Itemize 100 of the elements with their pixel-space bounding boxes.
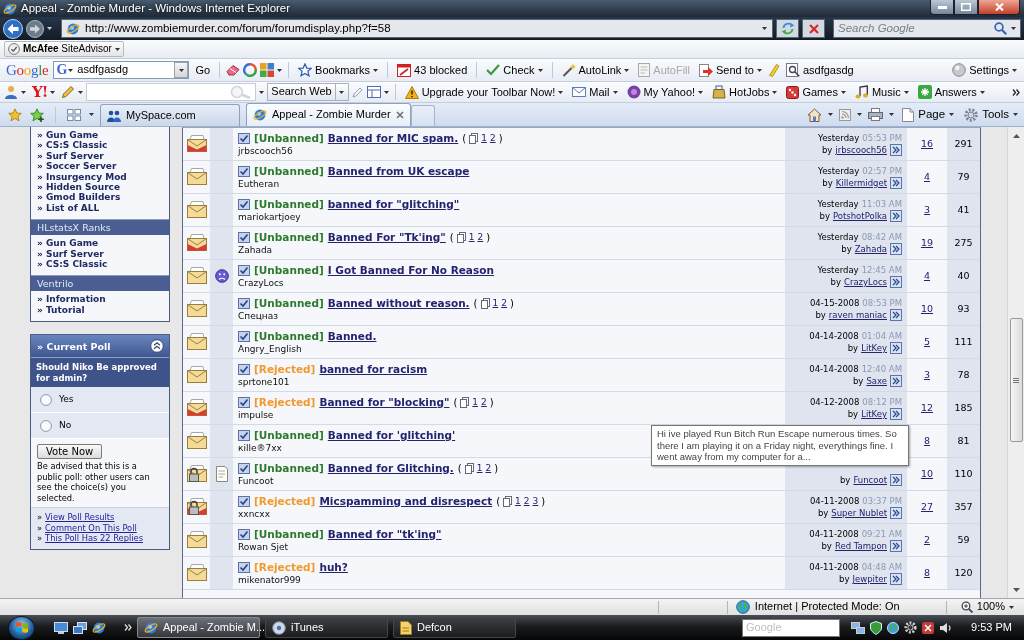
browser-logo-icon[interactable] [92,620,106,635]
page-link[interactable]: 1 [492,296,499,310]
page-link[interactable]: 1 [476,461,483,475]
page-link[interactable]: 1 [515,494,521,508]
arrow-box-icon[interactable] [890,540,902,552]
thread-title-link[interactable]: Banned without reason. [327,296,470,310]
thread-title-link[interactable]: banned for racism [319,362,428,376]
sidebar-link[interactable]: » Information [37,294,106,305]
arrow-box-icon[interactable] [890,243,902,255]
page-link[interactable]: 1 [481,131,487,145]
last-post-user-link[interactable]: CrazyLocs [843,276,887,288]
replies-link[interactable]: 8 [923,567,930,579]
page-link[interactable]: 1 [468,230,475,244]
toolbar-button[interactable]: HotJobs [709,82,781,102]
command-button[interactable]: Page [900,107,957,122]
scroll-up-arrow-icon[interactable] [1012,133,1020,138]
refresh-button[interactable] [776,19,799,38]
engine-selector[interactable]: G [54,63,76,77]
thread-title-link[interactable]: Banned for 'glitching' [327,428,456,442]
thread-title-link[interactable]: banned for "glitching" [327,197,460,211]
replies-link[interactable]: 27 [920,501,934,513]
arrow-box-icon[interactable] [890,276,902,288]
last-post-user-link[interactable]: Jewpiter [852,573,887,585]
replies-link[interactable]: 2 [923,534,930,546]
replies-link[interactable]: 3 [923,369,930,381]
home-icon[interactable] [807,107,823,122]
eraser-icon[interactable] [226,64,241,76]
caret-icon[interactable] [1011,27,1016,30]
go-button[interactable]: Go [192,60,214,80]
toolbar-button[interactable]: 43 blocked [394,60,471,80]
star-icon[interactable] [8,107,22,122]
search-field[interactable]: Search Google [833,19,1021,38]
speaker-icon[interactable] [939,621,953,634]
replies-link[interactable]: 10 [920,468,934,480]
radio-button[interactable] [40,419,52,432]
caret-icon[interactable] [78,90,84,94]
siteadvisor-button[interactable]: McAfee SiteAdvisor [4,41,124,57]
grid-icon[interactable] [67,108,81,121]
globe-icon[interactable] [887,621,900,634]
ring-icon[interactable] [243,63,258,77]
logo-button[interactable]: Y! [29,82,59,102]
toolbar-button[interactable]: Upgrade your Toolbar Now! [401,82,567,102]
radio-button[interactable] [40,393,52,406]
arrow-box-icon[interactable] [890,342,902,354]
page-link[interactable]: 1 [472,395,479,409]
replies-link[interactable]: 4 [923,270,930,282]
close-button[interactable] [978,0,1020,15]
minimize-button[interactable] [930,0,954,15]
close-icon[interactable] [395,111,404,119]
last-post-user-link[interactable]: Funcoot [853,474,887,486]
replies-link[interactable]: 5 [923,336,930,348]
x-tile-icon[interactable] [922,621,935,634]
search-field[interactable]: G asdfgasdg [53,61,190,79]
taskbar-button[interactable]: iTunes [265,617,388,638]
thread-title-link[interactable]: I Got Banned For No Reason [327,263,494,277]
page-link[interactable]: 2 [477,230,484,244]
forward-icon[interactable] [26,19,44,38]
vote-button[interactable]: Vote Now [37,444,103,460]
poll-link[interactable]: This Poll Has 22 Replies [45,533,143,544]
sidebar-link[interactable]: » Insurgency Mod [37,171,127,183]
thread-title-link[interactable]: Banned from UK escape [327,164,470,178]
caret-icon[interactable] [383,90,389,94]
sidebar-link[interactable]: » Gun Game [37,238,99,249]
search-input[interactable]: Google [746,620,837,635]
caret-icon[interactable] [762,27,767,30]
highlight-term-button[interactable]: asdfgasdg [782,60,857,80]
sidebar-link[interactable]: » Surf Server [37,248,104,260]
dropdown-button[interactable] [174,62,189,78]
replies-link[interactable]: 16 [920,138,934,150]
page-link[interactable]: 3 [532,494,539,508]
command-button[interactable]: Tools [962,107,1020,122]
last-post-user-link[interactable]: Super Nublet [831,507,887,519]
search-icon[interactable] [994,22,1007,35]
sidebar-link[interactable]: » CS:S Classic [37,140,108,151]
thread-title-link[interactable]: huh? [319,560,348,574]
caret-icon[interactable] [889,113,895,116]
printer-icon[interactable] [868,108,884,121]
caret-icon[interactable] [47,27,52,30]
arrow-box-icon[interactable] [890,573,902,585]
search-input[interactable]: asdfgasdg [75,63,175,77]
network-icon[interactable] [851,621,866,634]
caret-icon[interactable] [21,90,26,94]
sidebar-link[interactable]: » CS:S Classic [37,259,108,270]
caret-icon[interactable] [857,113,863,116]
thread-title-link[interactable]: Banned for "tk'ing" [327,527,442,541]
gear-icon[interactable] [904,621,918,634]
arrow-box-icon[interactable] [890,507,902,519]
arrow-box-icon[interactable] [890,408,902,420]
maximize-button[interactable] [954,0,978,15]
caret-icon[interactable] [89,113,94,116]
back-icon[interactable] [3,18,23,39]
search-web-button[interactable]: Search Web [267,83,336,101]
scrollbar-thumb[interactable] [1009,318,1023,442]
page-link[interactable]: 2 [489,131,496,145]
shield-icon[interactable] [870,620,883,635]
thread-title-link[interactable]: Banned For "Tk'ing" [327,230,446,244]
toolbar-button[interactable]: Check [483,60,546,80]
collapse-icon[interactable] [150,339,164,354]
stop-button[interactable] [802,19,825,38]
person-icon[interactable] [4,85,18,99]
